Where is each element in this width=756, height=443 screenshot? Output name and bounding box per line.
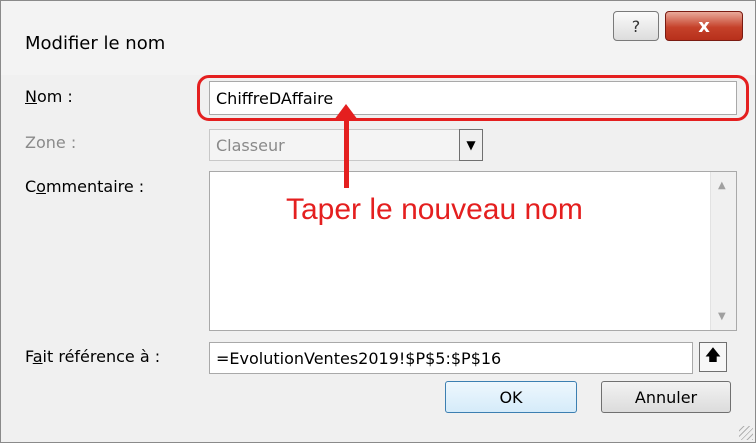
zone-dropdown-button[interactable]: ▼: [459, 129, 483, 161]
scroll-down-icon[interactable]: ▼: [718, 311, 726, 322]
scroll-up-icon[interactable]: ▲: [718, 180, 726, 191]
comment-scrollbar[interactable]: ▲ ▼: [710, 172, 736, 330]
question-mark-icon: ?: [631, 16, 641, 36]
help-button[interactable]: ?: [613, 11, 659, 41]
dialog-title: Modifier le nom: [25, 33, 166, 54]
zone-select[interactable]: Classeur: [209, 129, 469, 161]
collapse-dialog-button[interactable]: 🡅: [699, 342, 727, 372]
annotation-text: Taper le nouveau nom: [286, 193, 583, 226]
ok-button[interactable]: OK: [445, 381, 577, 413]
annotation-arrow-head: [334, 104, 358, 120]
cancel-button[interactable]: Annuler: [601, 381, 731, 413]
close-icon: x: [698, 15, 710, 37]
nom-label: Nom :: [25, 87, 73, 106]
arrow-up-icon: 🡅: [704, 344, 722, 364]
reference-input[interactable]: =EvolutionVentes2019!$P$5:$P$16: [209, 342, 693, 374]
resize-grip-icon[interactable]: [739, 426, 753, 440]
reference-label: Fait référence à :: [25, 347, 161, 366]
annotation-arrow-line: [344, 114, 349, 188]
rename-dialog: Modifier le nom ? x Nom : ChiffreDAffair…: [0, 0, 756, 443]
chevron-down-icon: ▼: [466, 138, 476, 152]
commentaire-label: Commentaire :: [25, 177, 145, 196]
close-button[interactable]: x: [665, 11, 743, 41]
zone-label: Zone :: [25, 133, 77, 152]
highlight-box: [197, 75, 749, 121]
title-bar: Modifier le nom ? x: [1, 1, 755, 75]
